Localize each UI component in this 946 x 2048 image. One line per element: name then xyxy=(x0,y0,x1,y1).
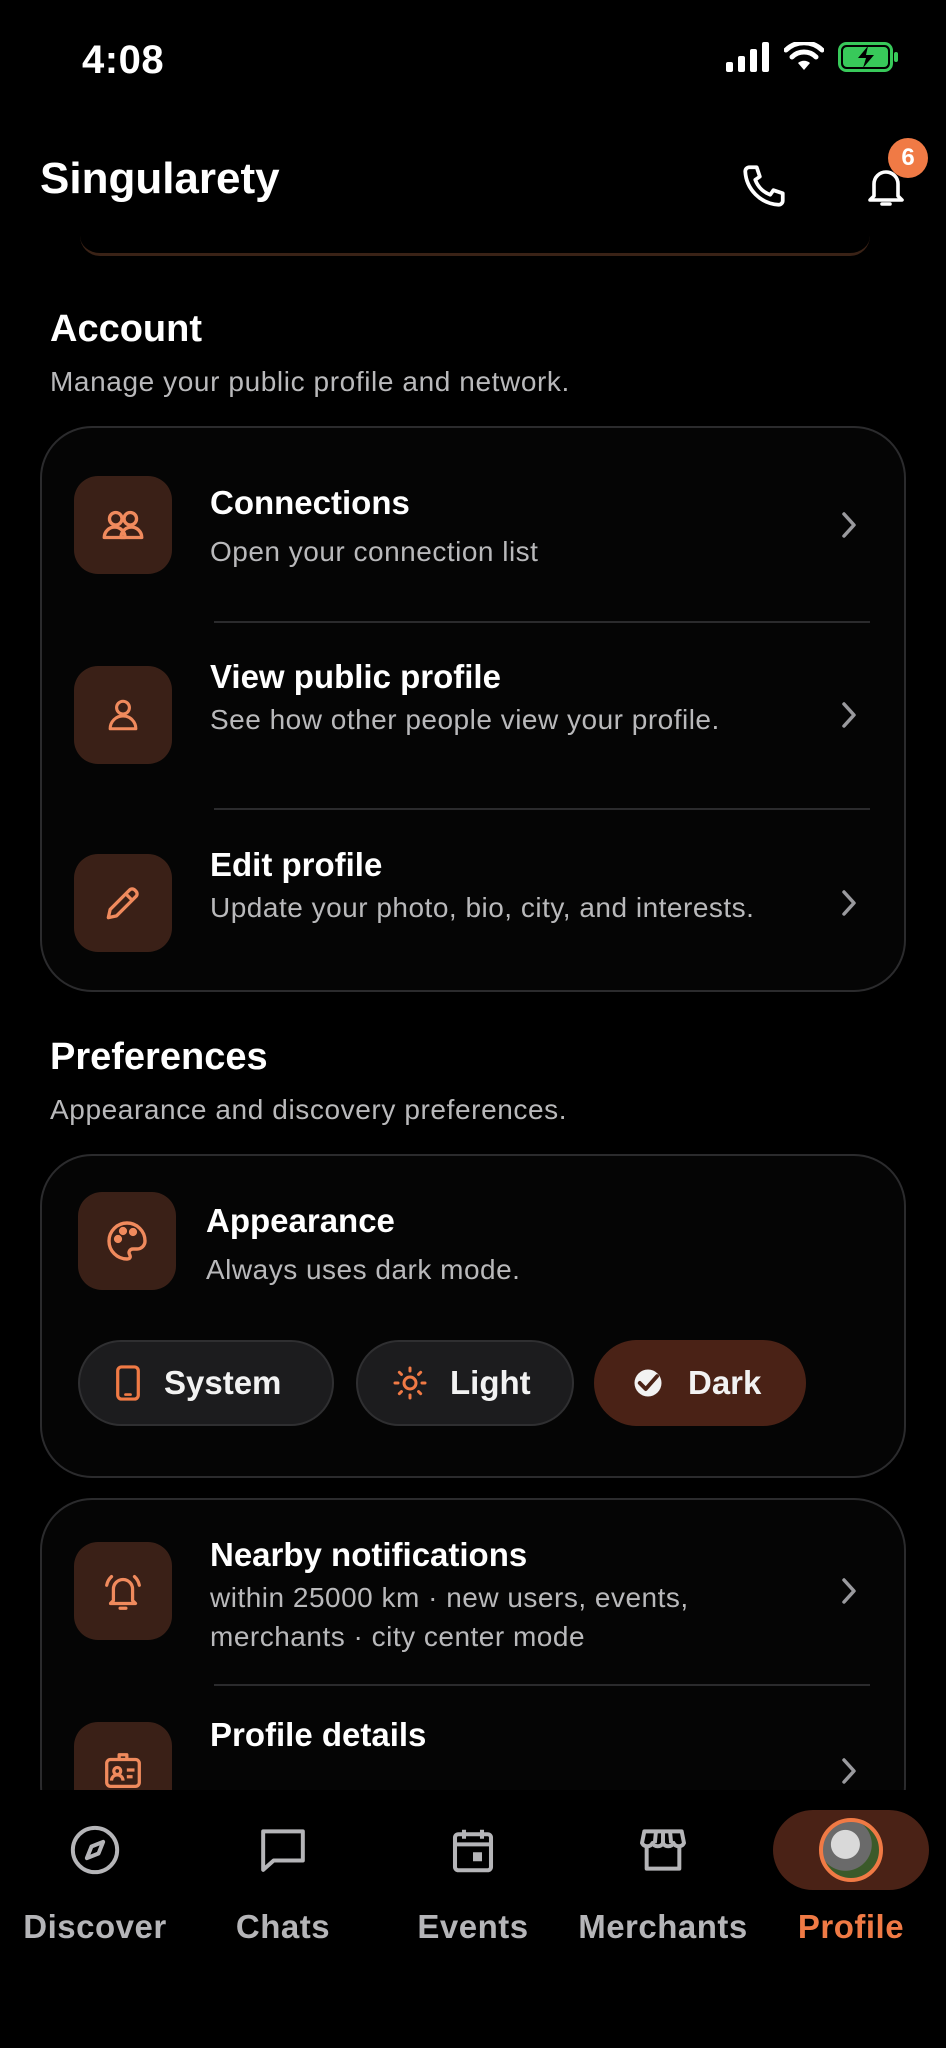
chat-icon xyxy=(243,1810,323,1890)
appearance-subtitle: Always uses dark mode. xyxy=(206,1254,521,1285)
status-icons xyxy=(726,42,900,72)
account-card: Connections Open your connection list Vi… xyxy=(40,426,906,992)
nav-chats-label: Chats xyxy=(235,1908,331,1945)
dark-mode-check-icon xyxy=(634,1369,662,1397)
edit-profile-title: Edit profile xyxy=(210,846,383,883)
nav-events-label: Events xyxy=(417,1908,529,1945)
nav-chats[interactable]: Chats xyxy=(188,1810,378,1960)
nav-merchants[interactable]: Merchants xyxy=(568,1810,758,1960)
nearby-notifications-title: Nearby notifications xyxy=(210,1536,528,1573)
account-section-title: Account xyxy=(50,308,202,350)
nav-discover-label: Discover xyxy=(23,1908,167,1945)
theme-option-dark-label: Dark xyxy=(688,1364,762,1401)
view-public-profile-row[interactable]: View public profile See how other people… xyxy=(42,624,904,808)
profile-details-title: Profile details xyxy=(210,1716,427,1753)
phone-device-icon xyxy=(116,1365,140,1401)
connections-title: Connections xyxy=(210,484,410,521)
store-icon xyxy=(623,1810,703,1890)
chevron-right-icon xyxy=(834,888,864,918)
pencil-icon xyxy=(74,854,172,952)
chevron-right-icon xyxy=(834,1576,864,1606)
edit-profile-subtitle: Update your photo, bio, city, and intere… xyxy=(210,892,755,923)
theme-option-system-label: System xyxy=(164,1364,282,1401)
bottom-navigation: Discover Chats Events Merchants Profile xyxy=(0,1790,946,2048)
nav-profile-active-pill xyxy=(773,1810,929,1890)
preferences-section-subtitle: Appearance and discovery preferences. xyxy=(50,1094,568,1125)
people-icon xyxy=(74,476,172,574)
divider xyxy=(214,621,870,623)
theme-option-system[interactable]: System xyxy=(78,1340,334,1426)
view-public-profile-subtitle: See how other people view your profile. xyxy=(210,704,720,735)
sun-icon xyxy=(393,1366,427,1400)
notification-badge: 6 xyxy=(888,138,928,178)
appearance-card: Appearance Always uses dark mode. System… xyxy=(40,1154,906,1478)
nav-profile[interactable]: Profile xyxy=(756,1810,946,1960)
battery-charging-icon xyxy=(838,42,898,72)
nav-discover[interactable]: Discover xyxy=(0,1810,190,1960)
nav-profile-label: Profile xyxy=(797,1908,905,1945)
nav-events[interactable]: Events xyxy=(378,1810,568,1960)
connections-row[interactable]: Connections Open your connection list xyxy=(42,428,904,618)
call-button[interactable] xyxy=(732,154,796,218)
nearby-notifications-subtitle: within 25000 km · new users, events, mer… xyxy=(210,1582,689,1652)
connections-subtitle: Open your connection list xyxy=(210,536,539,567)
account-section-subtitle: Manage your public profile and network. xyxy=(50,366,570,397)
scrolled-card-edge xyxy=(80,236,870,256)
calendar-icon xyxy=(433,1810,513,1890)
appearance-title: Appearance xyxy=(206,1202,395,1239)
nearby-notifications-row[interactable]: Nearby notifications within 25000 km · n… xyxy=(42,1500,904,1684)
view-public-profile-title: View public profile xyxy=(210,658,501,695)
compass-icon xyxy=(55,1810,135,1890)
status-time: 4:08 xyxy=(82,38,165,82)
edit-profile-row[interactable]: Edit profile Update your photo, bio, cit… xyxy=(42,810,904,990)
theme-option-light[interactable]: Light xyxy=(356,1340,574,1426)
chevron-right-icon xyxy=(834,1756,864,1786)
wifi-icon xyxy=(784,42,824,70)
preferences-list-card: Nearby notifications within 25000 km · n… xyxy=(40,1498,906,1838)
app-header: Singularety 6 xyxy=(0,138,946,250)
cellular-signal-icon xyxy=(726,42,769,72)
theme-option-light-label: Light xyxy=(450,1364,531,1401)
chevron-right-icon xyxy=(834,700,864,730)
palette-icon xyxy=(78,1192,176,1290)
app-title: Singularety xyxy=(40,154,280,203)
person-icon xyxy=(74,666,172,764)
notifications-button[interactable]: 6 xyxy=(854,138,928,218)
bell-ring-icon xyxy=(74,1542,172,1640)
chevron-right-icon xyxy=(834,510,864,540)
preferences-section-title: Preferences xyxy=(50,1036,268,1078)
avatar xyxy=(819,1818,883,1882)
phone-icon xyxy=(743,165,785,207)
theme-option-dark[interactable]: Dark xyxy=(594,1340,806,1426)
status-bar: 4:08 xyxy=(0,0,946,120)
nav-merchants-label: Merchants xyxy=(578,1908,748,1945)
